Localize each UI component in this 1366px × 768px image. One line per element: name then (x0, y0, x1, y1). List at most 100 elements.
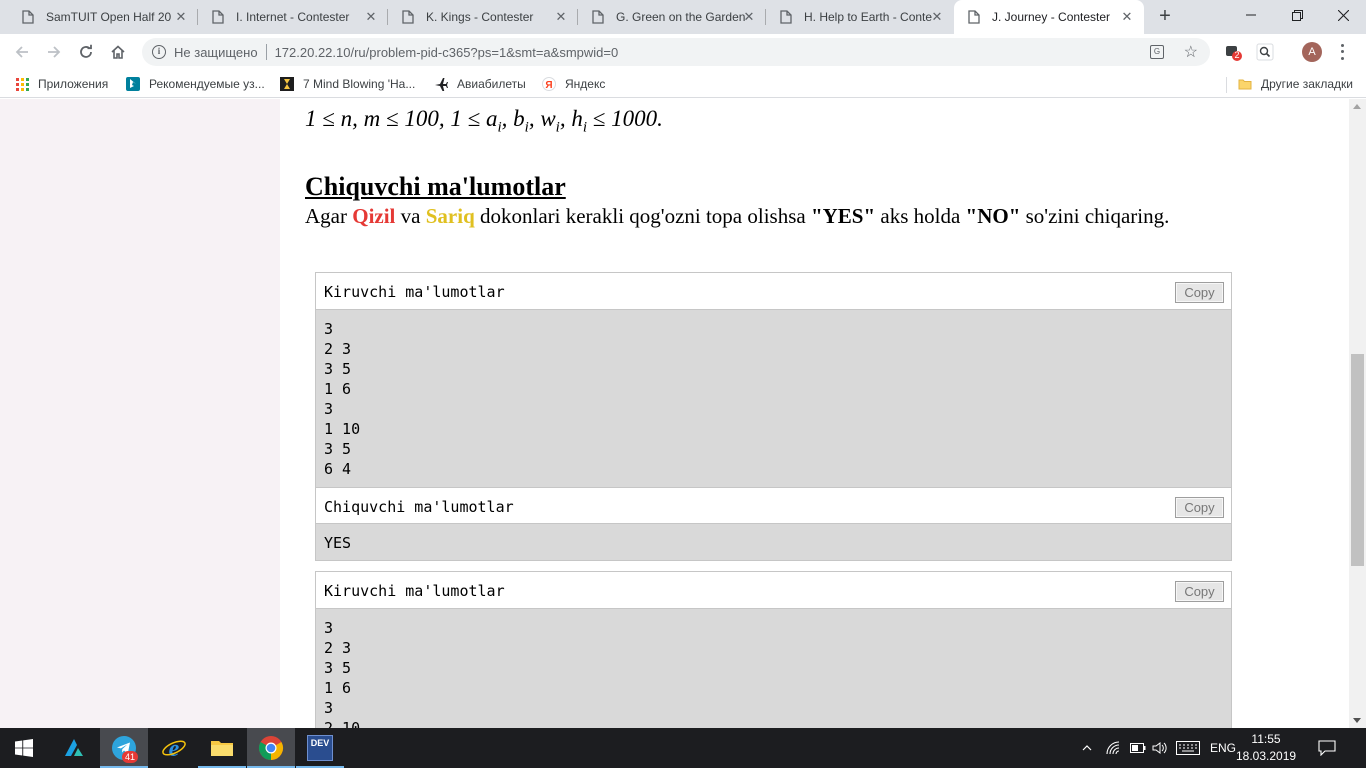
home-icon (111, 45, 125, 59)
hourglass-icon (280, 77, 294, 91)
output-section-title: Chiquvchi ma'lumotlar (305, 172, 566, 201)
avatar[interactable]: A (1302, 42, 1322, 62)
search-extension-icon[interactable] (1256, 43, 1274, 61)
address-bar[interactable]: i Не защищено 172.20.22.10/ru/problem-pi… (142, 38, 1210, 66)
yes-word: "YES" (810, 204, 876, 228)
bookmark-label: Приложения (38, 77, 109, 91)
taskbar-chrome[interactable] (247, 728, 295, 768)
clock[interactable]: 11:55 18.03.2019 (1236, 731, 1296, 765)
sample-input-header: Kiruvchi ma'lumotlar Copy (316, 572, 1231, 609)
tab-green-garden[interactable]: G. Green on the Garden ✕ (578, 0, 766, 34)
sample-output-label: Chiquvchi ma'lumotlar (324, 498, 514, 516)
back-button[interactable] (9, 39, 35, 65)
volume-icon[interactable] (1152, 728, 1168, 768)
page-icon (402, 10, 414, 24)
notifications-icon[interactable] (1318, 728, 1336, 768)
start-button[interactable] (0, 728, 48, 768)
extension-badge: 2 (1234, 50, 1240, 60)
tab-strip: SamTUIT Open Half 20 ✕ I. Internet - Con… (0, 0, 1366, 34)
bookmark-label: 7 Mind Blowing 'Ha... (303, 77, 416, 91)
close-icon[interactable]: ✕ (174, 10, 188, 24)
close-icon[interactable]: ✕ (1120, 10, 1134, 24)
scroll-thumb[interactable] (1351, 354, 1364, 566)
taskbar-ie[interactable]: e (150, 728, 198, 768)
page-icon (968, 10, 980, 24)
tab-title: K. Kings - Contester (426, 10, 534, 24)
svg-text:Я: Я (545, 80, 552, 91)
tab-kings[interactable]: K. Kings - Contester ✕ (388, 0, 578, 34)
close-icon[interactable]: ✕ (554, 10, 568, 24)
autodesk-icon (65, 739, 83, 756)
menu-dots-icon[interactable] (1336, 42, 1348, 62)
url-text[interactable]: 172.20.22.10/ru/problem-pid-c365?ps=1&sm… (275, 45, 619, 60)
red-word: Qizil (352, 204, 396, 228)
problem-content: 1 ≤ n, m ≤ 100, 1 ≤ ai, bi, wi, hi ≤ 100… (280, 99, 1349, 728)
scroll-up-icon[interactable] (1353, 104, 1361, 109)
apps-grid-icon (16, 77, 29, 91)
sample-output-body[interactable]: YES (316, 524, 1231, 560)
translate-icon[interactable]: G (1150, 45, 1164, 59)
close-icon[interactable]: ✕ (742, 10, 756, 24)
tab-title: SamTUIT Open Half 20 (46, 10, 172, 24)
tab-title: I. Internet - Contester (236, 10, 350, 24)
scroll-down-icon[interactable] (1353, 718, 1361, 723)
bookmark-aviabilety[interactable]: Авиабилеты (434, 76, 526, 92)
security-label[interactable]: Не защищено (174, 45, 258, 60)
sample-input-header: Kiruvchi ma'lumotlar Copy (316, 273, 1231, 310)
bookmark-label: Авиабилеты (457, 77, 526, 91)
constraint-formula: 1 ≤ n, m ≤ 100, 1 ≤ ai, bi, wi, hi ≤ 100… (305, 106, 663, 136)
arrow-right-icon (48, 46, 61, 58)
taskbar-explorer[interactable] (198, 728, 246, 768)
arrow-left-icon (15, 46, 28, 58)
battery-icon[interactable] (1130, 728, 1146, 768)
home-button[interactable] (105, 39, 131, 65)
bookmark-apps[interactable]: Приложения (16, 76, 108, 92)
sample-input-label: Kiruvchi ma'lumotlar (324, 283, 505, 301)
clock-time: 11:55 (1251, 732, 1281, 746)
tab-journey[interactable]: J. Journey - Contester ✕ (954, 0, 1144, 34)
bookmark-recommended[interactable]: Рекомендуемые уз... (126, 76, 265, 92)
copy-input-button[interactable]: Copy (1175, 282, 1224, 303)
forward-button[interactable] (41, 39, 67, 65)
star-icon[interactable]: ☆ (1184, 42, 1198, 62)
sample-input-body[interactable]: 3 2 3 3 5 1 6 3 2 10 (316, 609, 1231, 728)
tab-help-earth[interactable]: H. Help to Earth - Conte ✕ (766, 0, 954, 34)
minimize-button[interactable] (1228, 0, 1274, 30)
network-icon[interactable] (1106, 728, 1122, 768)
bookmark-other[interactable]: Другие закладки (1238, 76, 1353, 92)
keyboard-icon[interactable] (1176, 728, 1200, 768)
bing-icon (126, 77, 140, 91)
copy-output-button[interactable]: Copy (1175, 497, 1224, 518)
bookmark-yandex[interactable]: Я Яндекс (542, 76, 605, 92)
close-icon[interactable]: ✕ (930, 10, 944, 24)
maximize-button[interactable] (1274, 0, 1320, 30)
bookmark-mind-blowing[interactable]: 7 Mind Blowing 'Ha... (280, 76, 415, 92)
taskbar-autodesk[interactable] (50, 728, 98, 768)
taskbar-telegram[interactable]: 41 (100, 728, 148, 768)
sample-output-header: Chiquvchi ma'lumotlar Copy (316, 487, 1231, 524)
reload-button[interactable] (73, 39, 99, 65)
copy-input-button[interactable]: Copy (1175, 581, 1224, 602)
bookmark-label: Рекомендуемые уз... (149, 77, 265, 91)
tab-internet[interactable]: I. Internet - Contester ✕ (198, 0, 388, 34)
tab-title: J. Journey - Contester (992, 10, 1111, 24)
taskbar-devcpp[interactable]: DEV (296, 728, 344, 768)
devcpp-icon: DEV (307, 735, 333, 761)
close-icon[interactable]: ✕ (364, 10, 378, 24)
folder-icon (211, 741, 233, 756)
bookmarks-bar: Приложения Рекомендуемые уз... 7 Mind Bl… (0, 70, 1366, 98)
show-hidden-icons[interactable] (1082, 728, 1092, 768)
page-icon (592, 10, 604, 24)
info-icon[interactable]: i (152, 45, 166, 59)
close-window-button[interactable] (1320, 0, 1366, 30)
language-indicator[interactable]: ENG (1210, 728, 1236, 768)
tab-samtuit[interactable]: SamTUIT Open Half 20 ✕ (8, 0, 198, 34)
page-icon (22, 10, 34, 24)
vertical-scrollbar[interactable] (1349, 99, 1366, 728)
windows-taskbar: 41 e DEV ENG 11:55 18.03.2019 (0, 728, 1366, 768)
page-icon (780, 10, 792, 24)
extension-icon[interactable]: 2 (1224, 43, 1242, 61)
new-tab-button[interactable]: + (1154, 6, 1176, 28)
sample-input-body[interactable]: 3 2 3 3 5 1 6 3 1 10 3 5 6 4 (316, 310, 1231, 487)
windows-logo-icon (15, 739, 33, 757)
